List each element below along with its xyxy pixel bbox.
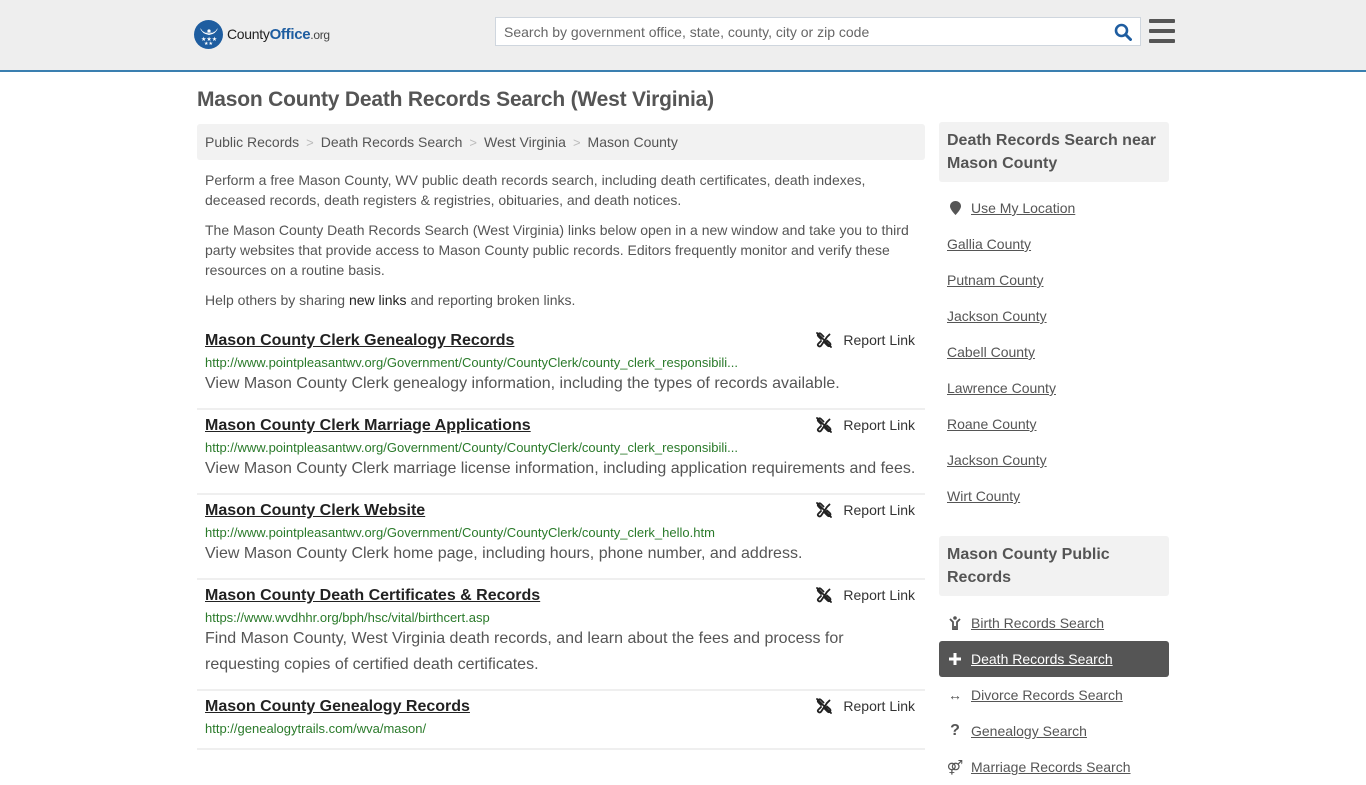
use-my-location-item: Use My Location <box>939 190 1169 226</box>
nearby-county-item: Jackson County <box>939 442 1169 478</box>
question-icon: ? <box>950 722 960 739</box>
nearby-heading: Death Records Search near Mason County <box>939 122 1169 182</box>
nearby-county-link[interactable]: Roane County <box>947 416 1037 432</box>
divorce-records-link[interactable]: Divorce Records Search <box>971 687 1123 703</box>
report-link-button[interactable]: Report Link <box>816 417 915 433</box>
new-links-link[interactable]: new links <box>349 292 407 308</box>
result-description: Find Mason County, West Virginia death r… <box>205 630 844 673</box>
plus-icon <box>947 653 963 665</box>
result-url: http://www.pointpleasantwv.org/Governmen… <box>205 440 739 455</box>
menu-bar <box>1149 29 1175 33</box>
nearby-county-item: Wirt County <box>939 478 1169 514</box>
breadcrumb: Public Records > Death Records Search > … <box>197 124 925 160</box>
eagle-logo-icon: ★★★ ★★ <box>194 20 223 49</box>
death-records-link[interactable]: Death Records Search <box>971 651 1113 667</box>
breadcrumb-public-records[interactable]: Public Records <box>205 134 299 150</box>
nearby-county-item: Jackson County <box>939 298 1169 334</box>
genealogy-link[interactable]: Genealogy Search <box>971 723 1087 739</box>
broken-link-icon <box>816 587 833 603</box>
result-url: http://genealogytrails.com/wva/mason/ <box>205 721 427 736</box>
nearby-county-link[interactable]: Jackson County <box>947 452 1047 468</box>
logo-wordmark: CountyOffice.org <box>227 26 330 43</box>
breadcrumb-mason-county[interactable]: Mason County <box>588 134 678 150</box>
birth-records-link[interactable]: Birth Records Search <box>971 615 1104 631</box>
result-title-link[interactable]: Mason County Death Certificates & Record… <box>205 586 540 606</box>
map-marker-icon <box>947 201 963 215</box>
hamburger-menu-icon[interactable] <box>1149 19 1175 43</box>
nearby-county-link[interactable]: Jackson County <box>947 308 1047 324</box>
public-records-list: Birth Records Search Death Records Searc… <box>939 605 1169 785</box>
result-title-link[interactable]: Mason County Genealogy Records <box>205 697 470 717</box>
share-links-paragraph: Help others by sharing new links and rep… <box>205 292 576 308</box>
result-item: Mason County Clerk Website Report Link h… <box>197 495 925 580</box>
public-records-heading: Mason County Public Records <box>939 536 1169 596</box>
report-link-button[interactable]: Report Link <box>816 332 915 348</box>
result-title-link[interactable]: Mason County Clerk Website <box>205 501 425 521</box>
breadcrumb-separator: > <box>572 134 581 150</box>
page-title: Mason County Death Records Search (West … <box>197 88 714 111</box>
svg-text:★★: ★★ <box>204 41 213 45</box>
nearby-county-link[interactable]: Wirt County <box>947 488 1020 504</box>
search-button[interactable] <box>1106 18 1140 45</box>
breadcrumb-separator: > <box>306 134 314 150</box>
search-bar <box>495 17 1141 46</box>
sidebar-item-genealogy[interactable]: ? Genealogy Search <box>939 713 1169 749</box>
result-url: http://www.pointpleasantwv.org/Governmen… <box>205 525 715 540</box>
broken-link-icon <box>816 502 833 518</box>
disclaimer-paragraph: The Mason County Death Records Search (W… <box>205 222 909 278</box>
breadcrumb-west-virginia[interactable]: West Virginia <box>484 134 566 150</box>
nearby-county-link[interactable]: Cabell County <box>947 344 1035 360</box>
broken-link-icon <box>816 332 833 348</box>
report-link-button[interactable]: Report Link <box>816 587 915 603</box>
result-url: http://www.pointpleasantwv.org/Governmen… <box>205 355 739 370</box>
marriage-icon: ⚤ <box>946 758 964 775</box>
sidebar-item-death-records[interactable]: Death Records Search <box>939 641 1169 677</box>
nearby-county-link[interactable]: Putnam County <box>947 272 1044 288</box>
menu-bar <box>1149 19 1175 23</box>
result-item: Mason County Clerk Genealogy Records Rep… <box>197 325 925 410</box>
breadcrumb-separator: > <box>469 134 477 150</box>
nearby-county-item: Roane County <box>939 406 1169 442</box>
nearby-sidebar: Death Records Search near Mason County U… <box>939 122 1169 514</box>
site-logo[interactable]: ★★★ ★★ CountyOffice.org <box>194 20 330 49</box>
result-title-link[interactable]: Mason County Clerk Genealogy Records <box>205 331 514 351</box>
result-item: Mason County Death Certificates & Record… <box>197 580 925 691</box>
search-input[interactable] <box>496 18 1106 45</box>
result-url: https://www.wvdhhr.org/bph/hsc/vital/bir… <box>205 610 490 625</box>
nearby-county-item: Gallia County <box>939 226 1169 262</box>
use-my-location-link[interactable]: Use My Location <box>971 200 1075 216</box>
marriage-records-link[interactable]: Marriage Records Search <box>971 759 1131 775</box>
public-records-sidebar: Mason County Public Records Birth Record… <box>939 536 1169 785</box>
nearby-county-item: Putnam County <box>939 262 1169 298</box>
site-header: ★★★ ★★ CountyOffice.org <box>0 0 1366 72</box>
nearby-county-link[interactable]: Gallia County <box>947 236 1031 252</box>
menu-bar <box>1149 39 1175 43</box>
result-title-link[interactable]: Mason County Clerk Marriage Applications <box>205 416 531 436</box>
report-link-button[interactable]: Report Link <box>816 698 915 714</box>
report-link-button[interactable]: Report Link <box>816 502 915 518</box>
search-icon <box>1114 23 1132 41</box>
result-item: Mason County Clerk Marriage Applications… <box>197 410 925 495</box>
result-description: View Mason County Clerk genealogy inform… <box>205 375 840 392</box>
result-item: Mason County Genealogy Records Report Li… <box>197 691 925 750</box>
breadcrumb-death-records-search[interactable]: Death Records Search <box>321 134 463 150</box>
nearby-county-item: Lawrence County <box>939 370 1169 406</box>
nearby-county-link[interactable]: Lawrence County <box>947 380 1056 396</box>
nearby-list: Use My Location Gallia County Putnam Cou… <box>939 190 1169 514</box>
results-list: Mason County Clerk Genealogy Records Rep… <box>197 325 925 750</box>
child-icon <box>947 616 963 630</box>
sidebar-item-birth-records[interactable]: Birth Records Search <box>939 605 1169 641</box>
sidebar-item-divorce-records[interactable]: ↔ Divorce Records Search <box>939 677 1169 713</box>
broken-link-icon <box>816 698 833 714</box>
broken-link-icon <box>816 417 833 433</box>
result-description: View Mason County Clerk marriage license… <box>205 460 916 477</box>
nearby-county-item: Cabell County <box>939 334 1169 370</box>
result-description: View Mason County Clerk home page, inclu… <box>205 545 803 562</box>
intro-paragraph: Perform a free Mason County, WV public d… <box>205 172 866 208</box>
sidebar-item-marriage-records[interactable]: ⚤ Marriage Records Search <box>939 749 1169 785</box>
arrows-horizontal-icon: ↔ <box>948 687 962 703</box>
